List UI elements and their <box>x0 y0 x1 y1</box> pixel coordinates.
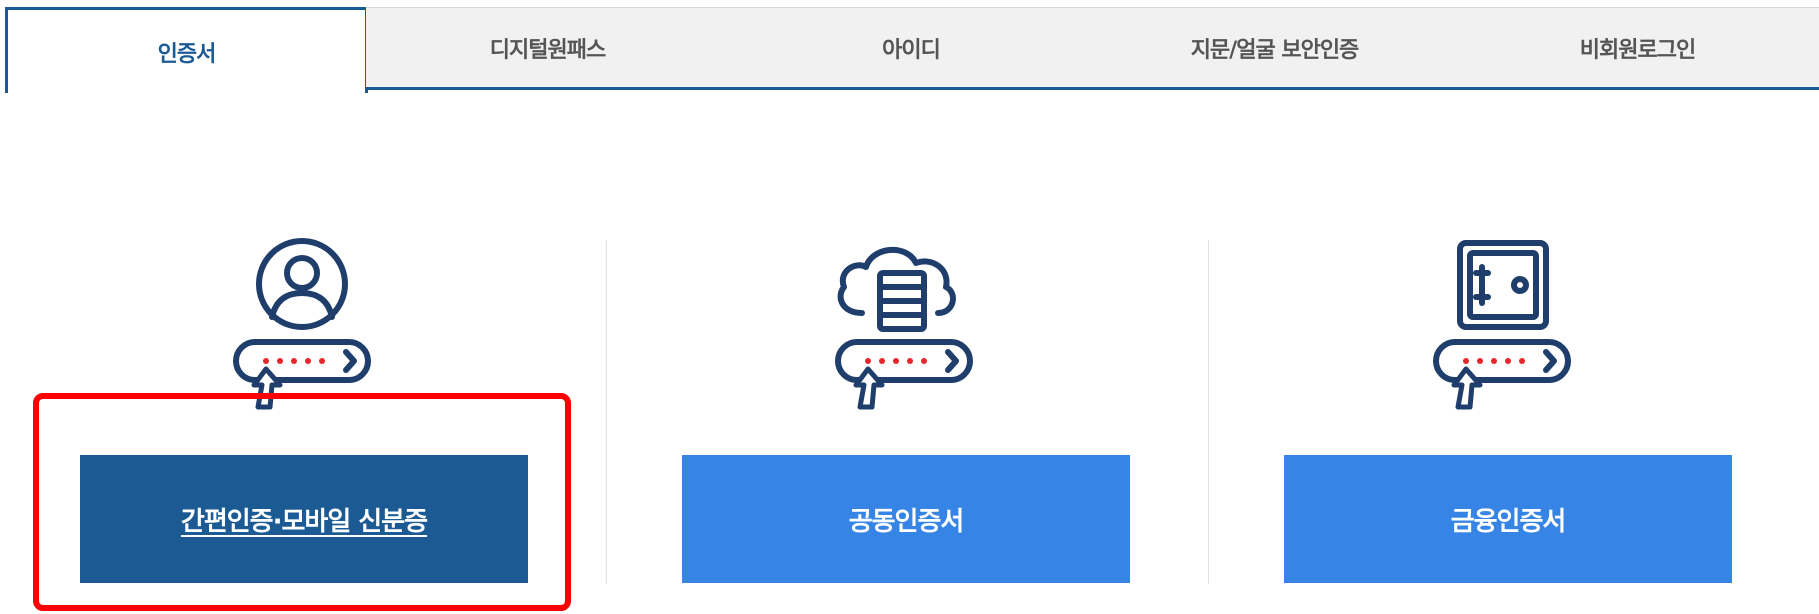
tab-digital-onepass[interactable]: 디지털원패스 <box>366 7 730 90</box>
cloud-server-icon <box>835 246 973 410</box>
user-profile-icon <box>233 238 371 410</box>
simple-auth-mobile-id-button[interactable]: 간편인증·모바일 신분증 <box>80 455 528 583</box>
tab-certificate[interactable]: 인증서 <box>5 7 368 93</box>
financial-certificate-button[interactable]: 금융인증서 <box>1284 455 1732 583</box>
tab-guest-login[interactable]: 비회원로그인 <box>1456 7 1819 90</box>
safe-icon <box>1433 240 1571 410</box>
login-method-tabs: 인증서 디지털원패스 아이디 지문/얼굴 보안인증 비회원로그인 <box>0 0 1819 93</box>
tab-biometric[interactable]: 지문/얼굴 보안인증 <box>1093 7 1457 90</box>
joint-certificate-button[interactable]: 공동인증서 <box>682 455 1130 583</box>
tab-id[interactable]: 아이디 <box>729 7 1094 90</box>
column-divider <box>606 240 607 584</box>
column-divider <box>1208 240 1209 584</box>
